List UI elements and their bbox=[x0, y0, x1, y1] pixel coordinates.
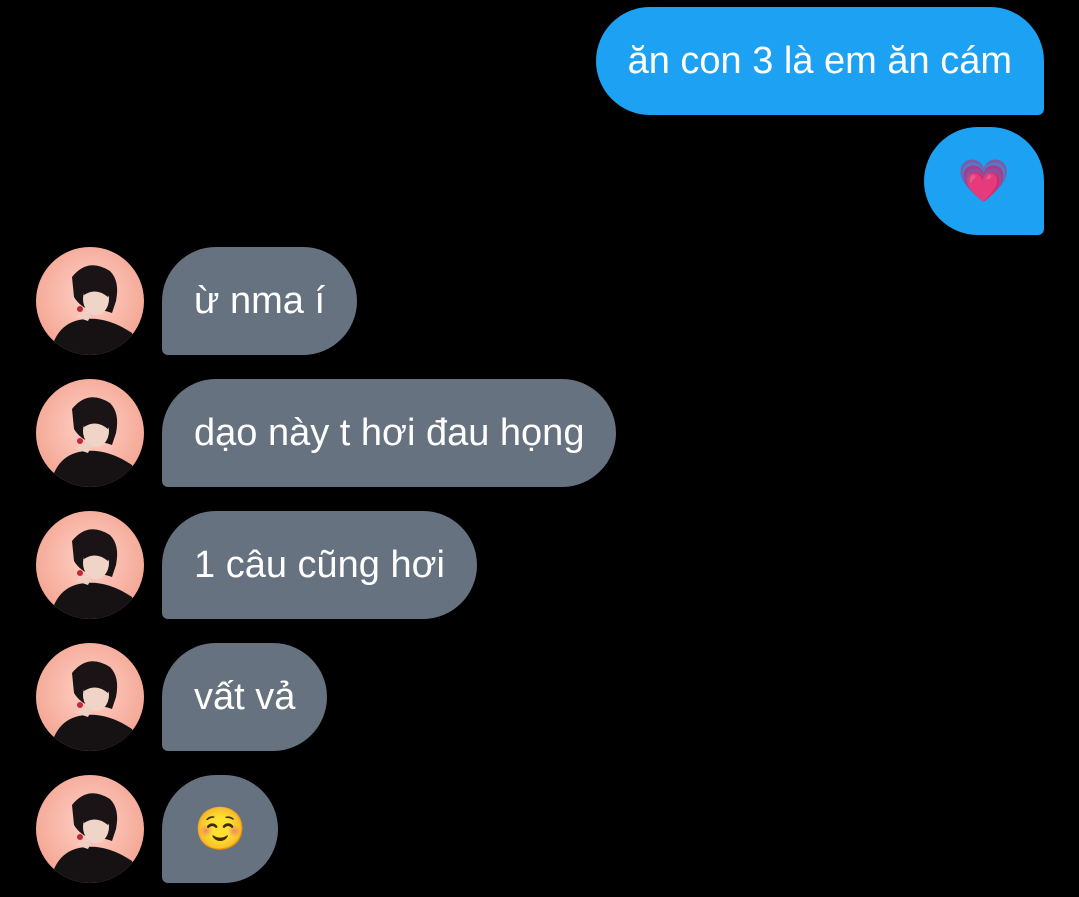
received-message-bubble[interactable]: ừ nma í bbox=[162, 247, 358, 355]
contact-avatar[interactable] bbox=[36, 247, 144, 355]
contact-avatar[interactable] bbox=[36, 643, 144, 751]
message-text: 1 câu cũng hơi bbox=[194, 543, 445, 586]
message-text: ăn con 3 là em ăn cám bbox=[627, 39, 1012, 82]
message-text: vất vả bbox=[194, 675, 296, 718]
message-text: ừ nma í bbox=[194, 279, 326, 322]
growing-heart-emoji: 💗 bbox=[957, 156, 1010, 205]
received-message-bubble[interactable]: vất vả bbox=[162, 643, 328, 751]
received-message-bubble[interactable]: ☺️ bbox=[162, 775, 279, 883]
sent-message-bubble[interactable]: ăn con 3 là em ăn cám bbox=[595, 7, 1044, 115]
contact-avatar[interactable] bbox=[36, 379, 144, 487]
sent-message-bubble[interactable]: 💗 bbox=[923, 127, 1044, 235]
smiling-face-emoji: ☺️ bbox=[194, 804, 247, 853]
received-message-bubble[interactable]: dạo này t hơi đau họng bbox=[162, 379, 617, 487]
received-message-bubble[interactable]: 1 câu cũng hơi bbox=[162, 511, 477, 619]
contact-avatar[interactable] bbox=[36, 511, 144, 619]
contact-avatar[interactable] bbox=[36, 775, 144, 883]
message-text: dạo này t hơi đau họng bbox=[194, 411, 585, 454]
